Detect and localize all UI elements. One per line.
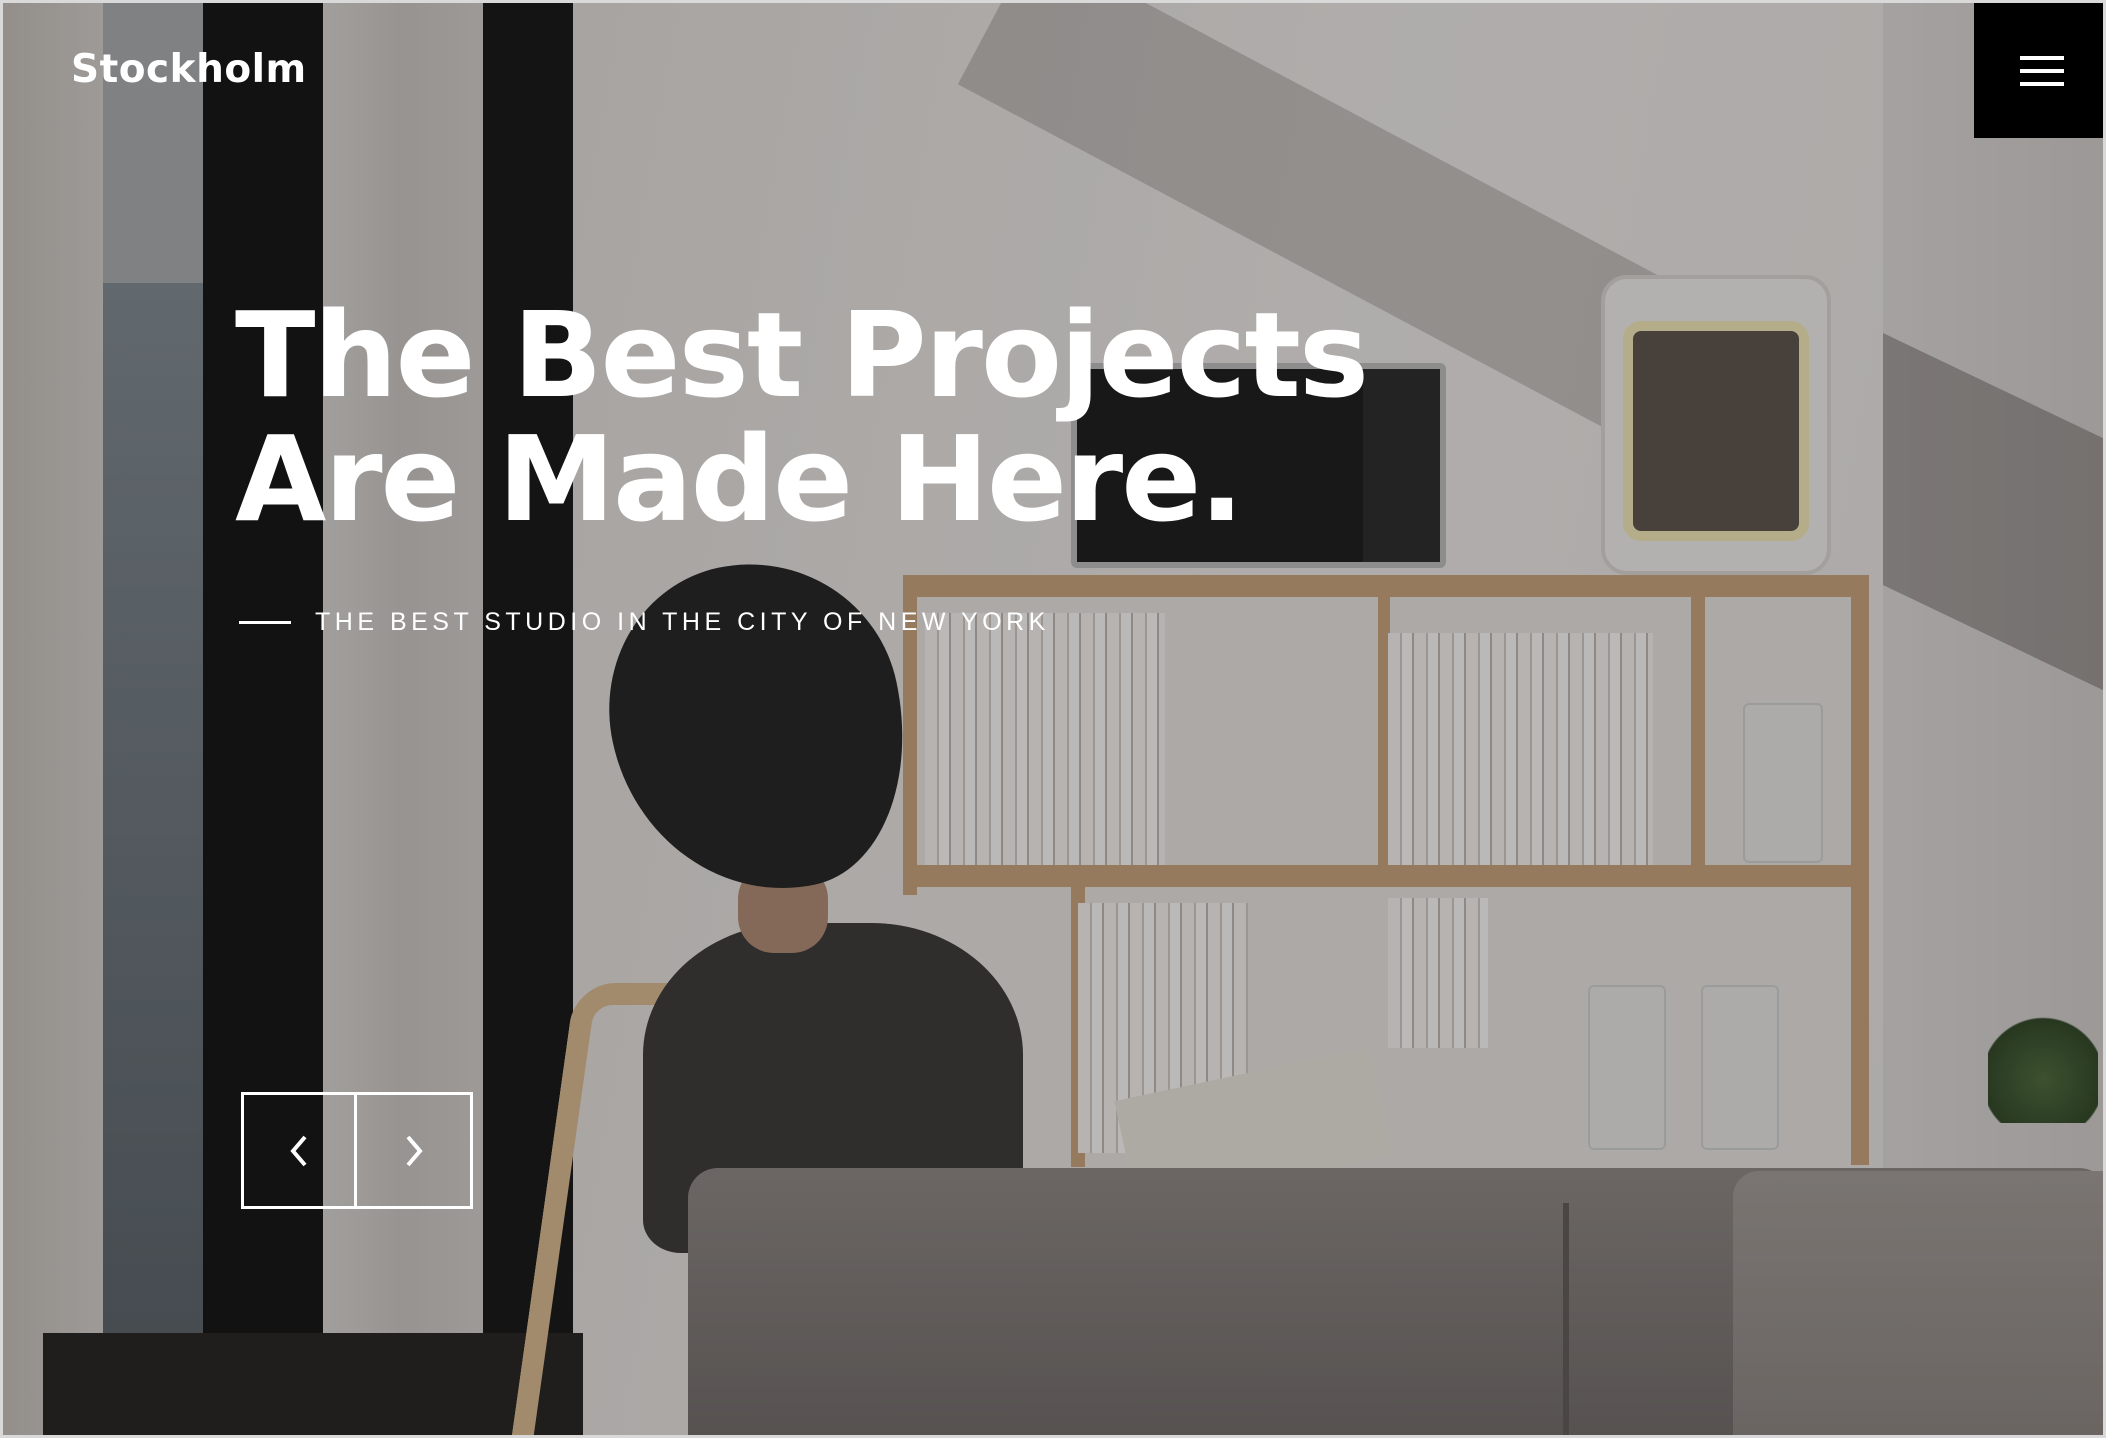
chevron-right-icon [405,1135,423,1166]
hamburger-menu-icon [2019,55,2064,86]
page-frame: Stockholm The Best Projects Are Made Her… [0,0,2106,1438]
hero-subtitle-text: THE BEST STUDIO IN THE CITY OF NEW YORK [315,608,1050,636]
hero-title-line-1: The Best Projects [235,286,1369,424]
chevron-left-icon [290,1135,307,1166]
subtitle-dash-divider [239,621,291,624]
menu-button[interactable] [1974,3,2103,138]
hero-title: The Best Projects Are Made Here. [235,286,1369,548]
site-logo[interactable]: Stockholm [71,47,307,92]
slider-navigation [241,1092,473,1209]
slider-prev-button[interactable] [241,1092,357,1209]
hero-title-line-2: Are Made Here. [235,410,1244,548]
slider-next-button[interactable] [357,1092,473,1209]
hero-subtitle: THE BEST STUDIO IN THE CITY OF NEW YORK [239,608,1050,637]
hero-background-photo [3,3,2103,1435]
